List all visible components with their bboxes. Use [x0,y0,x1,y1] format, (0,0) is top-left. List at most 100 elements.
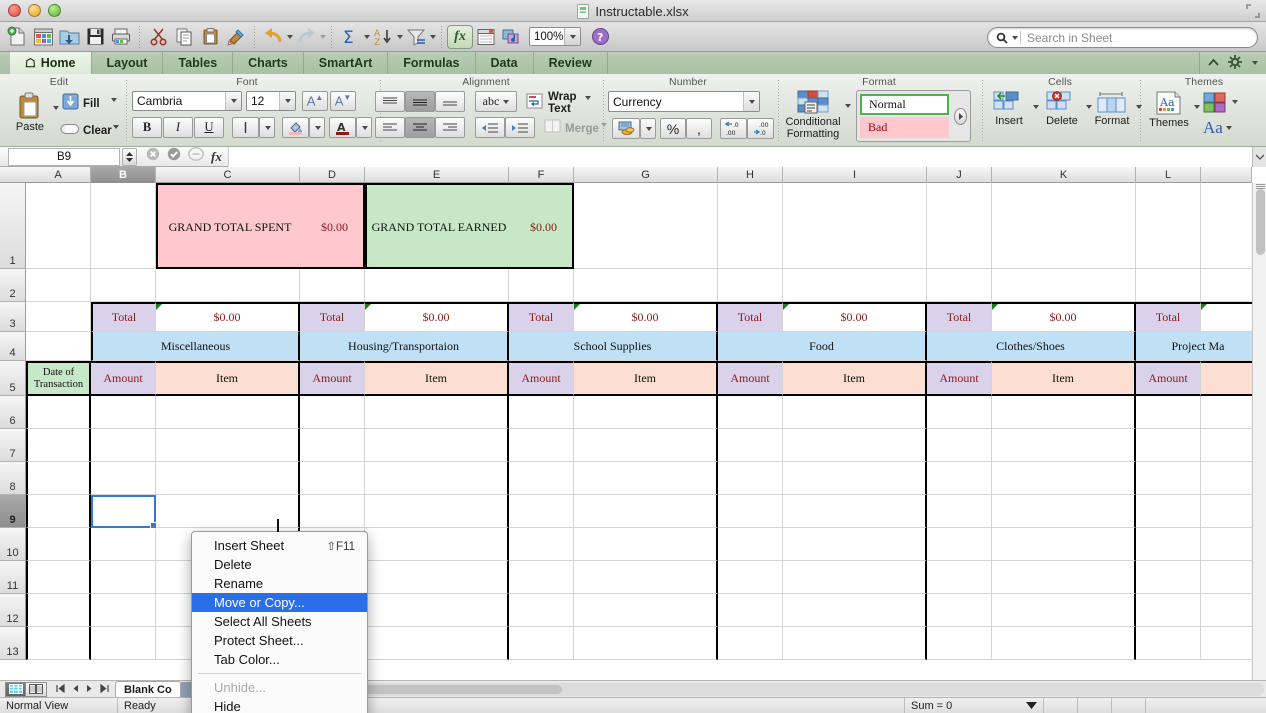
clear-dropdown-caret[interactable] [113,125,119,129]
cell-l6[interactable] [1136,396,1201,429]
sheet-context-menu[interactable]: Insert Sheet ⇧F11 Delete Rename Move or … [191,531,368,713]
total-label-housing[interactable]: Total [300,302,365,332]
view-switcher[interactable] [5,681,47,697]
decrease-decimal-button[interactable]: .00 .0 [747,118,774,139]
cell-b12[interactable] [91,594,156,627]
total-value-clothes[interactable]: $0.00 [992,302,1136,332]
row-header-3[interactable]: 3 [0,302,26,332]
cell-i10[interactable] [783,528,927,561]
undo-icon[interactable] [260,24,286,50]
amount-header-food[interactable]: Amount [718,361,783,396]
tab-layout[interactable]: Layout [92,52,164,74]
cell-m2[interactable] [1201,269,1252,302]
tab-home[interactable]: ☖ Home [10,52,92,74]
cell-b7[interactable] [91,429,156,462]
open-gallery-icon[interactable] [30,24,56,50]
context-menu-item-protect-sheet[interactable]: Protect Sheet... [192,631,367,650]
save-icon[interactable] [82,24,108,50]
cell-k13[interactable] [992,627,1136,660]
gear-icon[interactable] [1228,54,1242,72]
total-label-school[interactable]: Total [509,302,574,332]
cell-g11[interactable] [574,561,718,594]
column-header-i[interactable]: I [783,167,927,183]
cell-m9[interactable] [1201,495,1252,528]
fill-button[interactable]: Fill [62,93,100,115]
collapse-ribbon-icon[interactable] [1208,56,1219,70]
cell-l8[interactable] [1136,462,1201,495]
bold-button[interactable]: B [132,117,162,138]
cell-b6[interactable] [91,396,156,429]
shrink-font-button[interactable]: A▼ [330,91,356,111]
cell-i9[interactable] [783,495,927,528]
cell-h7[interactable] [718,429,783,462]
themes-button[interactable]: Aa Themes [1147,91,1191,129]
amount-header-clothes[interactable]: Amount [927,361,992,396]
cell-b11[interactable] [91,561,156,594]
cell-g2[interactable] [574,269,718,302]
cell-j9[interactable] [927,495,992,528]
font-color-caret[interactable] [356,117,372,138]
row-header-10[interactable]: 10 [0,528,26,561]
filter-dropdown-caret[interactable] [430,34,436,39]
cell-e10[interactable] [365,528,509,561]
status-sum[interactable]: Sum = 0 [904,697,1044,713]
cell-g13[interactable] [574,627,718,660]
number-format-combo[interactable]: Currency [608,91,760,112]
cell-styles-gallery[interactable]: Normal Bad [856,90,971,142]
redo-dropdown-caret[interactable] [320,34,326,39]
column-header-b[interactable]: B [91,167,156,183]
total-label-project[interactable]: Total [1136,302,1201,332]
amount-header-misc[interactable]: Amount [91,361,156,396]
align-middle-button[interactable] [405,91,435,112]
cell-b10[interactable] [91,528,156,561]
cell-i7[interactable] [783,429,927,462]
italic-button[interactable]: I [163,117,193,138]
row-header-9[interactable]: 9 [0,495,26,528]
cell-g12[interactable] [574,594,718,627]
total-value-misc[interactable]: $0.00 [156,302,300,332]
formula-builder-icon[interactable]: fx [447,24,473,49]
currency-format-button[interactable] [612,118,640,139]
theme-colors-button[interactable] [1203,92,1229,119]
cell-k10[interactable] [992,528,1136,561]
zoom-control[interactable]: 100% [529,27,581,46]
horizontal-scrollbar[interactable] [284,682,1264,696]
cell-j8[interactable] [927,462,992,495]
align-right-button[interactable] [435,117,465,138]
cell-h2[interactable] [718,269,783,302]
insert-cells-caret[interactable] [1033,105,1039,109]
vertical-scrollbar-thumb[interactable] [1256,189,1265,255]
column-header-l[interactable]: L [1136,167,1201,183]
cell-l11[interactable] [1136,561,1201,594]
cell-h1[interactable] [718,183,783,269]
cell-a1[interactable] [26,183,91,269]
item-header-project[interactable] [1201,361,1252,396]
insert-cells-button[interactable]: Insert [988,91,1030,127]
orientation-button[interactable]: abc [475,91,517,112]
row-header-4[interactable]: 4 [0,332,26,361]
sort-icon[interactable]: A Z [370,24,396,50]
tab-review[interactable]: Review [534,52,608,74]
previous-sheet-icon[interactable] [72,684,79,695]
cell-b1[interactable] [91,183,156,269]
cell-style-normal[interactable]: Normal [860,94,950,115]
comma-format-button[interactable]: , [686,118,712,139]
sheet-tabs[interactable]: Blank Co [115,680,181,698]
sheet-tab-active[interactable]: Blank Co [115,680,181,698]
row-header-12[interactable]: 12 [0,594,26,627]
cell-j7[interactable] [927,429,992,462]
cell-d6[interactable] [300,396,365,429]
ribbon-options-caret[interactable] [1252,61,1258,65]
sheet-nav-buttons[interactable] [56,683,109,695]
cell-styles-more-button[interactable] [954,107,967,125]
cell-f9[interactable] [509,495,574,528]
cell-e12[interactable] [365,594,509,627]
total-value-food[interactable]: $0.00 [783,302,927,332]
font-family-combo[interactable]: Cambria [132,91,242,111]
cell-m11[interactable] [1201,561,1252,594]
cell-i6[interactable] [783,396,927,429]
spreadsheet-grid[interactable]: A B C D E F G H I J K L 1 2 3 4 5 6 7 8 … [0,167,1266,680]
cell-d2[interactable] [300,269,365,302]
cell-g8[interactable] [574,462,718,495]
context-menu-item-delete[interactable]: Delete [192,555,367,574]
